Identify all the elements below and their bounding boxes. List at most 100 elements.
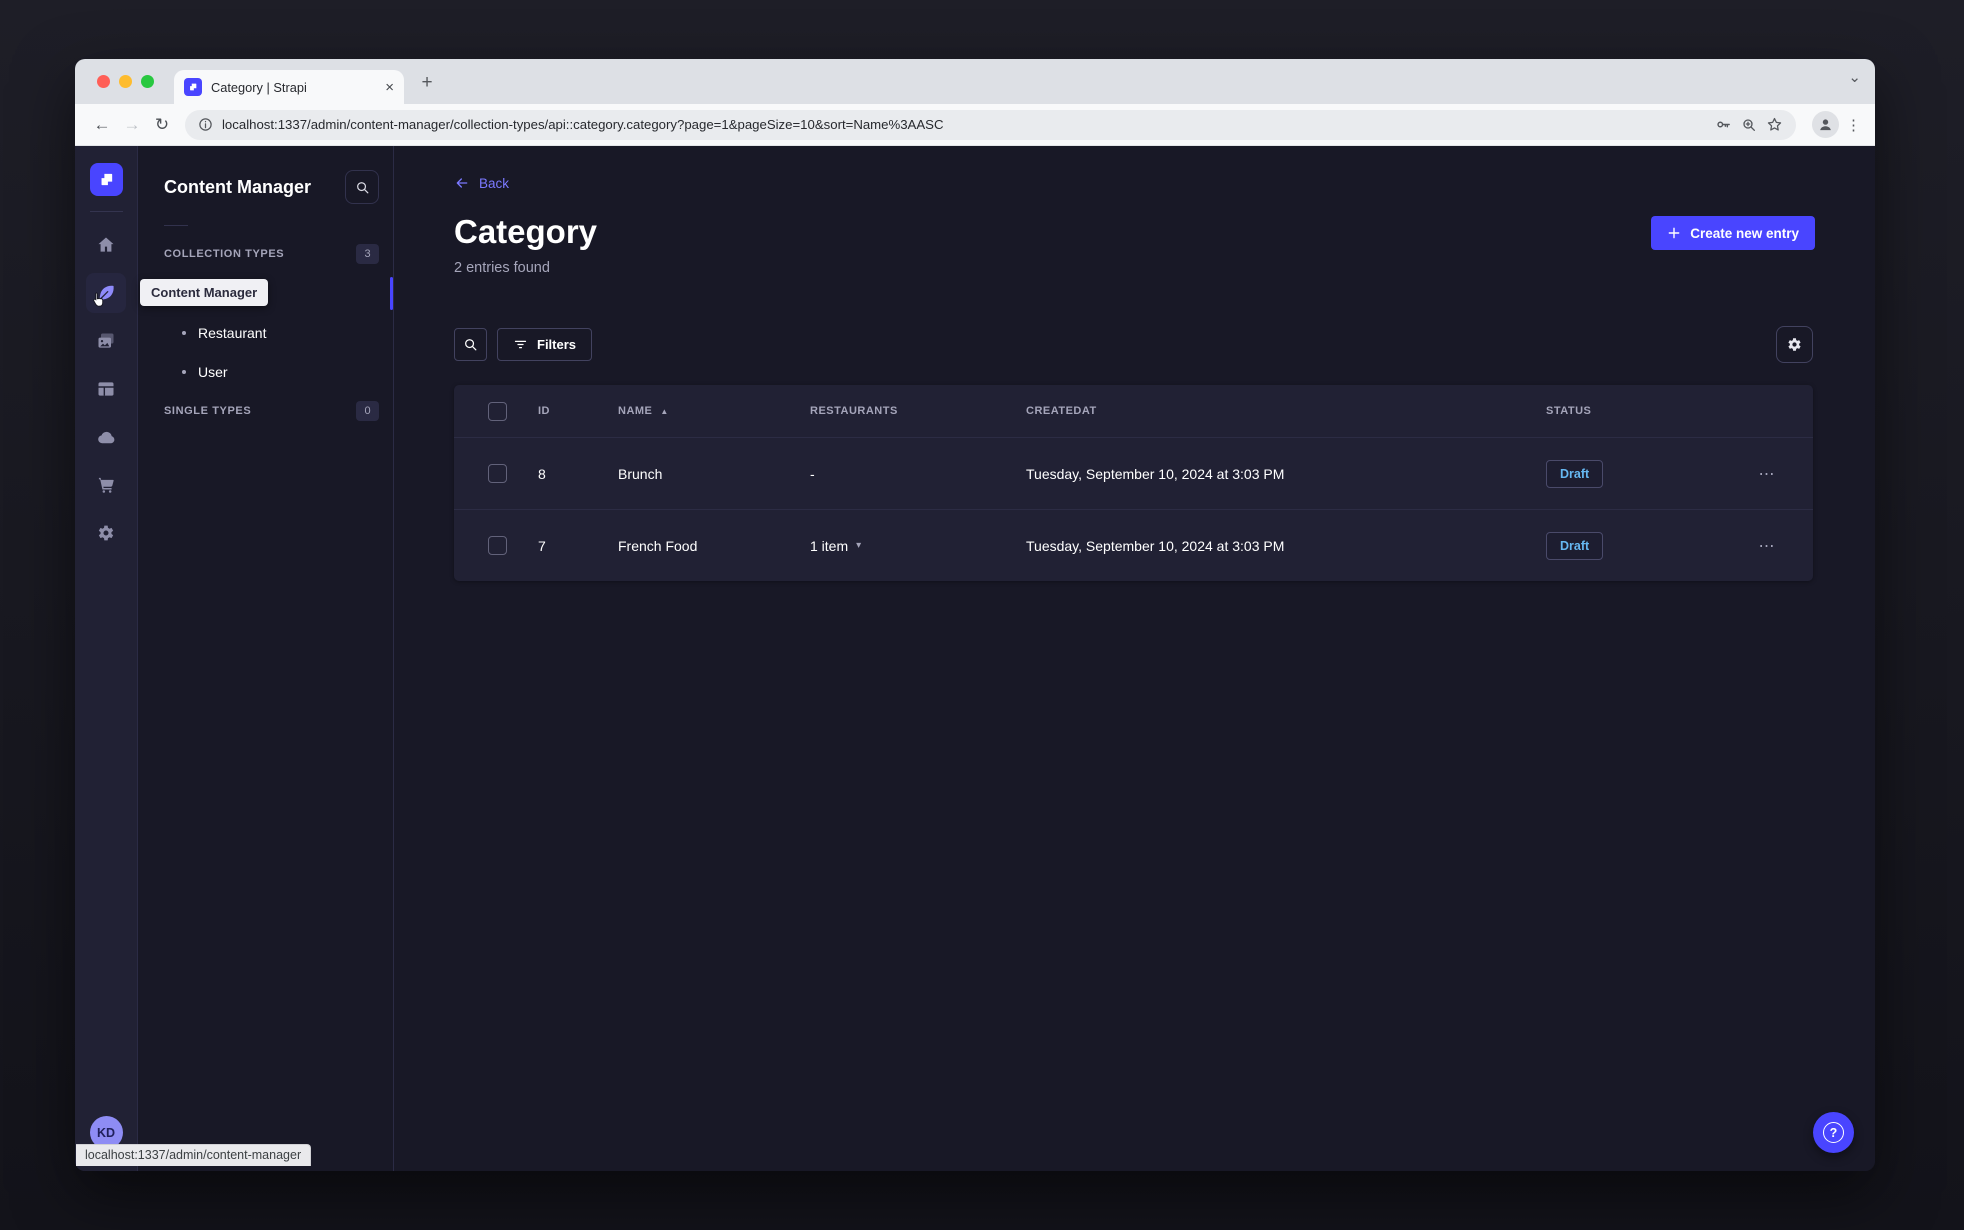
plus-icon — [1667, 226, 1681, 240]
minimize-window-button[interactable] — [119, 75, 132, 88]
gear-icon — [1786, 336, 1803, 353]
cell-restaurants: - — [810, 465, 815, 482]
close-window-button[interactable] — [97, 75, 110, 88]
bookmark-star-icon[interactable] — [1766, 116, 1783, 133]
cell-restaurants[interactable]: 1 item ▾ — [810, 538, 1026, 554]
subnav-title: Content Manager — [164, 176, 312, 197]
table-row[interactable]: 8 Brunch - Tuesday, September 10, 2024 a… — [454, 437, 1813, 509]
sidebar-item-label: User — [198, 363, 228, 380]
cell-id: 8 — [538, 465, 546, 482]
search-icon — [355, 180, 370, 195]
traffic-lights — [97, 75, 154, 88]
row-checkbox[interactable] — [488, 536, 507, 555]
create-new-entry-button[interactable]: Create new entry — [1651, 216, 1815, 250]
page-title: Category — [454, 213, 598, 250]
help-question-icon: ? — [1823, 1122, 1844, 1143]
single-types-label: SINGLE TYPES — [164, 405, 252, 417]
sidebar-item-restaurant[interactable]: Restaurant — [138, 313, 393, 352]
back-button[interactable]: ← — [87, 115, 117, 135]
row-actions-button[interactable]: ⋯ — [1747, 536, 1787, 556]
column-header-status[interactable]: STATUS — [1546, 405, 1747, 417]
new-tab-button[interactable]: + — [415, 71, 439, 95]
marketplace-cart-icon — [96, 475, 116, 495]
search-icon — [463, 337, 478, 352]
nav-content-type-builder-button[interactable] — [86, 369, 126, 409]
table-settings-button[interactable] — [1776, 326, 1813, 363]
cell-createdat: Tuesday, September 10, 2024 at 3:03 PM — [1026, 537, 1285, 554]
entries-count: 2 entries found — [454, 260, 550, 276]
collection-types-label: COLLECTION TYPES — [164, 248, 285, 260]
maximize-window-button[interactable] — [141, 75, 154, 88]
column-header-name-label: NAME — [618, 405, 653, 417]
status-bar-url: localhost:1337/admin/content-manager — [76, 1144, 312, 1166]
nav-content-manager-button[interactable] — [86, 273, 126, 313]
bullet-icon — [182, 330, 186, 335]
back-link[interactable]: Back — [454, 175, 509, 191]
address-bar[interactable]: localhost:1337/admin/content-manager/col… — [185, 109, 1796, 140]
column-header-id[interactable]: ID — [538, 405, 618, 417]
site-info-icon[interactable] — [198, 117, 213, 132]
media-library-icon — [96, 331, 116, 351]
table-header-row: ID NAME ▲ RESTAURANTS CREATEDAT STATUS — [454, 385, 1813, 437]
tab-search-chevron-icon[interactable]: ⌄ — [1848, 68, 1861, 86]
browser-window: Category | Strapi × + ⌄ ← → ↻ localhost:… — [75, 59, 1875, 1171]
tab-close-icon[interactable]: × — [385, 80, 394, 95]
home-icon — [96, 235, 116, 255]
status-badge: Draft — [1546, 459, 1604, 488]
row-checkbox[interactable] — [488, 464, 507, 483]
filters-button[interactable]: Filters — [497, 328, 593, 361]
browser-menu-button[interactable]: ⋮ — [1845, 116, 1863, 134]
nav-media-library-button[interactable] — [86, 321, 126, 361]
reload-button[interactable]: ↻ — [147, 115, 177, 135]
content-manager-pen-icon — [96, 283, 116, 303]
table-search-button[interactable] — [454, 328, 487, 361]
browser-tab[interactable]: Category | Strapi × — [174, 70, 404, 104]
restaurants-count-label: 1 item — [810, 537, 849, 554]
filters-label: Filters — [537, 337, 577, 352]
cell-id: 7 — [538, 537, 546, 554]
nav-cloud-button[interactable] — [86, 417, 126, 457]
sidebar-item-user[interactable]: User — [138, 352, 393, 391]
sort-ascending-icon: ▲ — [660, 406, 669, 416]
row-actions-button[interactable]: ⋯ — [1747, 464, 1787, 484]
column-header-name[interactable]: NAME ▲ — [618, 405, 810, 417]
collection-types-count-badge: 3 — [356, 244, 379, 264]
filters-row: Filters — [454, 326, 1813, 363]
entries-table: ID NAME ▲ RESTAURANTS CREATEDAT STATUS 8… — [454, 385, 1813, 581]
password-key-icon[interactable] — [1715, 116, 1732, 133]
strapi-favicon-icon — [184, 78, 202, 96]
column-header-createdat[interactable]: CREATEDAT — [1026, 405, 1546, 417]
strapi-app: KD Content Manager COLLECTION TYPES 3 Re… — [75, 146, 1875, 1171]
settings-gear-icon — [96, 523, 116, 543]
column-header-restaurants[interactable]: RESTAURANTS — [810, 405, 1026, 417]
url-text: localhost:1337/admin/content-manager/col… — [222, 117, 944, 132]
tab-title: Category | Strapi — [211, 79, 307, 95]
active-indicator — [390, 277, 393, 310]
table-row[interactable]: 7 French Food 1 item ▾ Tuesday, Septembe… — [454, 509, 1813, 581]
back-label: Back — [479, 175, 510, 191]
forward-button[interactable]: → — [117, 115, 147, 135]
content-type-builder-icon — [96, 379, 116, 399]
chevron-down-icon: ▾ — [856, 540, 862, 551]
subnav-search-button[interactable] — [345, 170, 379, 204]
nav-home-button[interactable] — [86, 225, 126, 265]
sidebar-item-label: Restaurant — [198, 324, 267, 341]
nav-marketplace-button[interactable] — [86, 465, 126, 505]
bullet-icon — [182, 369, 186, 374]
browser-profile-button[interactable] — [1812, 111, 1839, 138]
select-all-checkbox[interactable] — [488, 401, 507, 421]
nav-settings-button[interactable] — [86, 513, 126, 553]
browser-tab-strip: Category | Strapi × + ⌄ — [75, 59, 1875, 104]
browser-toolbar: ← → ↻ localhost:1337/admin/content-manag… — [75, 104, 1875, 146]
cell-createdat: Tuesday, September 10, 2024 at 3:03 PM — [1026, 465, 1285, 482]
nav-rail: KD — [75, 146, 138, 1171]
zoom-icon[interactable] — [1741, 117, 1757, 133]
strapi-logo[interactable] — [89, 163, 123, 196]
subnav-divider — [164, 225, 188, 226]
status-badge: Draft — [1546, 531, 1604, 560]
create-new-entry-label: Create new entry — [1690, 225, 1799, 241]
help-button[interactable]: ? — [1813, 1112, 1854, 1153]
single-types-count-badge: 0 — [356, 401, 379, 421]
rail-divider — [89, 211, 123, 212]
cell-name: Brunch — [618, 465, 663, 482]
